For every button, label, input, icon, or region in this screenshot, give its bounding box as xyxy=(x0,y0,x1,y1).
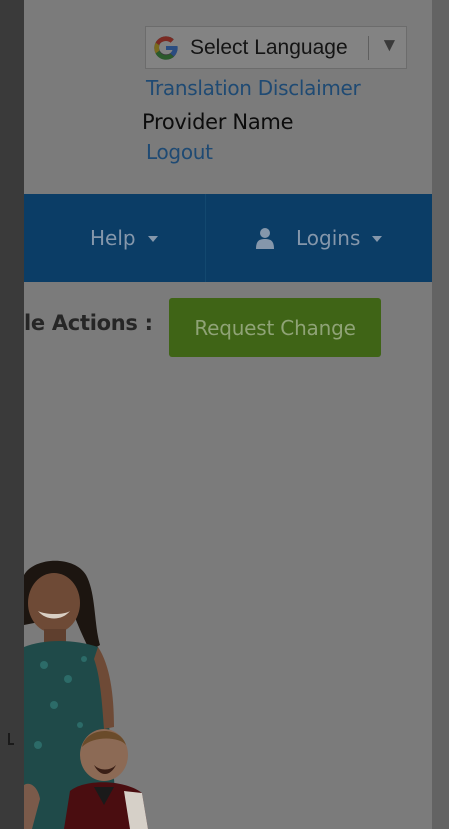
page-content: Select Language ▼ Translation Disclaimer… xyxy=(24,0,432,829)
user-icon xyxy=(256,228,274,249)
right-edge-shadow xyxy=(432,0,449,829)
children-photo xyxy=(24,560,148,829)
translation-disclaimer-link[interactable]: Translation Disclaimer xyxy=(146,76,361,100)
select-separator xyxy=(368,36,369,60)
select-language-label: Select Language xyxy=(190,35,348,59)
page: Select Language ▼ Translation Disclaimer… xyxy=(0,0,449,829)
nav-logins-label: Logins xyxy=(296,226,361,250)
left-edge-shadow xyxy=(0,0,24,829)
language-select[interactable]: Select Language ▼ xyxy=(145,26,407,69)
nav-help-menu[interactable]: Help xyxy=(90,224,158,252)
dropdown-triangle-icon: ▼ xyxy=(380,35,399,56)
nav-logins-menu[interactable]: Logins xyxy=(256,224,383,252)
nav-divider xyxy=(205,194,206,282)
logout-link[interactable]: Logout xyxy=(146,140,213,164)
caret-down-icon xyxy=(147,236,158,242)
nav-help-label: Help xyxy=(90,226,136,250)
main-navbar: Help Logins xyxy=(24,194,432,282)
google-g-icon xyxy=(154,35,178,60)
available-actions-label: le Actions : xyxy=(24,311,153,335)
provider-name: Provider Name xyxy=(142,110,294,134)
caret-down-icon xyxy=(372,236,383,242)
request-change-button[interactable]: Request Change xyxy=(169,298,381,357)
left-edge-mark xyxy=(8,733,14,745)
